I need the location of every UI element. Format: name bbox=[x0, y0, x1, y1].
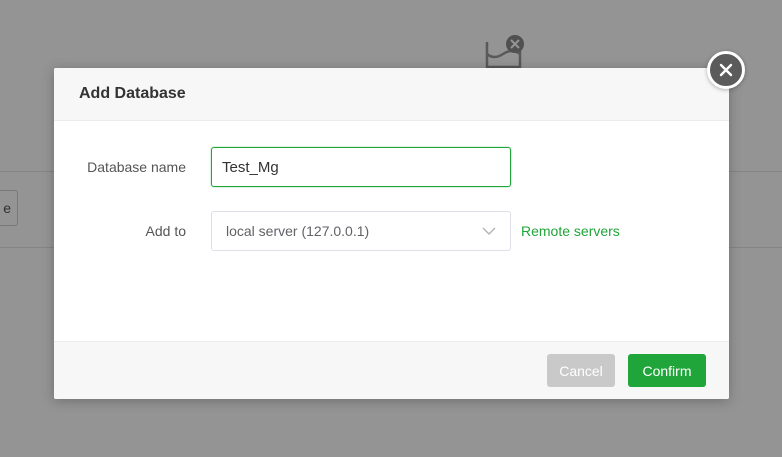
database-name-input[interactable] bbox=[211, 147, 511, 187]
chevron-down-icon bbox=[482, 224, 496, 238]
server-select[interactable]: local server (127.0.0.1) bbox=[211, 211, 511, 251]
add-to-row: Add to local server (127.0.0.1) Remote s… bbox=[54, 211, 620, 251]
dialog-title: Add Database bbox=[79, 85, 186, 102]
database-name-row: Database name bbox=[54, 147, 511, 187]
dialog-body: Database name Add to local server (127.0… bbox=[54, 121, 729, 341]
close-icon bbox=[719, 63, 733, 77]
cancel-button[interactable]: Cancel bbox=[547, 354, 615, 387]
server-select-value: local server (127.0.0.1) bbox=[226, 223, 370, 239]
dialog-header: Add Database bbox=[54, 68, 729, 121]
confirm-button[interactable]: Confirm bbox=[628, 354, 706, 387]
remote-servers-link[interactable]: Remote servers bbox=[521, 223, 620, 239]
add-database-dialog: Add Database Database name Add to local … bbox=[54, 68, 729, 399]
dialog-footer: Cancel Confirm bbox=[54, 341, 729, 399]
close-button[interactable] bbox=[707, 51, 745, 89]
database-name-label: Database name bbox=[87, 159, 186, 175]
add-to-label: Add to bbox=[145, 223, 186, 239]
